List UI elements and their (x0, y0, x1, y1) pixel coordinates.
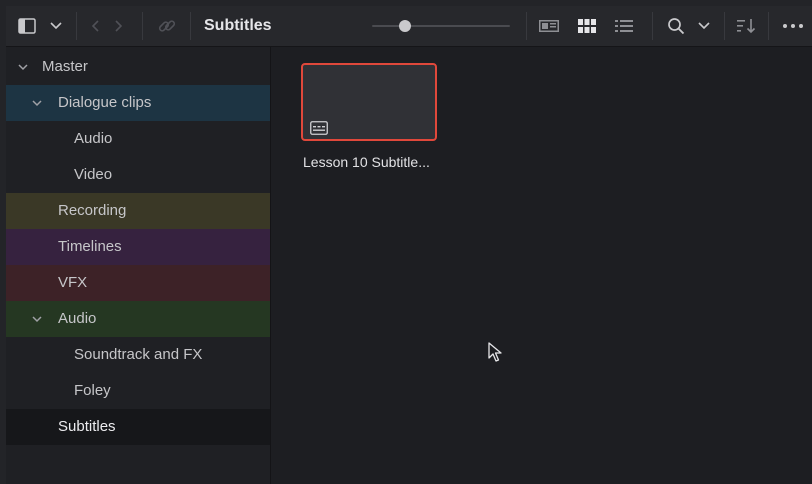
link-icon[interactable] (156, 16, 178, 36)
zoom-slider-track[interactable] (372, 25, 510, 27)
sidebar-item-label: Master (42, 58, 88, 75)
chevron-down-icon[interactable] (48, 19, 64, 33)
sidebar-item-audio[interactable]: Audio (6, 121, 270, 157)
sidebar-item-vfx[interactable]: VFX (6, 265, 270, 301)
forward-icon[interactable] (112, 18, 126, 34)
sort-icon[interactable] (736, 17, 758, 35)
sidebar-item-label: Subtitles (58, 418, 116, 435)
clip-thumbnail[interactable] (301, 63, 437, 141)
sidebar-item-label: Timelines (58, 238, 122, 255)
thumbnail-view-icon[interactable] (577, 17, 597, 35)
bin-title: Subtitles (204, 17, 272, 34)
sidebar-item-recording[interactable]: Recording (6, 193, 270, 229)
toolbar: Subtitles (6, 6, 812, 47)
sidebar-item-subtitles[interactable]: Subtitles (6, 409, 270, 445)
more-icon[interactable] (780, 20, 806, 32)
chevron-down-icon[interactable] (696, 19, 712, 33)
panel-toggle-icon[interactable] (16, 16, 38, 36)
sidebar-item-label: VFX (58, 274, 88, 291)
sidebar-item-timelines[interactable]: Timelines (6, 229, 270, 265)
bin-list-sidebar: Master Dialogue clips Audio Video Record… (6, 47, 271, 484)
clip-grid: Lesson 10 Subtitle... (271, 47, 812, 484)
sidebar-item-audio-bin[interactable]: Audio (6, 301, 270, 337)
subtitle-icon (310, 121, 328, 135)
sidebar-item-foley[interactable]: Foley (6, 373, 270, 409)
chevron-down-icon[interactable] (30, 96, 44, 110)
metadata-view-icon[interactable] (538, 18, 560, 34)
sidebar-item-label: Soundtrack and FX (74, 346, 203, 363)
zoom-slider-knob[interactable] (399, 20, 411, 32)
media-pool-window: Subtitles Master Dialogue clips Audio Vi… (6, 6, 812, 484)
sidebar-item-soundtrack-and-fx[interactable]: Soundtrack and FX (6, 337, 270, 373)
search-icon[interactable] (666, 16, 686, 36)
mouse-pointer-icon (488, 342, 502, 362)
sidebar-item-label: Audio (58, 310, 97, 327)
sidebar-item-label: Audio (74, 130, 113, 147)
sidebar-item-label: Dialogue clips (58, 94, 152, 111)
sidebar-item-label: Recording (58, 202, 127, 219)
sidebar-item-video[interactable]: Video (6, 157, 270, 193)
sidebar-item-dialogue-clips[interactable]: Dialogue clips (6, 85, 270, 121)
chevron-down-icon[interactable] (16, 60, 30, 74)
sidebar-item-master[interactable]: Master (6, 49, 270, 85)
chevron-down-icon[interactable] (30, 312, 44, 326)
sidebar-item-label: Video (74, 166, 113, 183)
back-icon[interactable] (88, 18, 102, 34)
sidebar-item-label: Foley (74, 382, 111, 399)
clip-label[interactable]: Lesson 10 Subtitle... (303, 154, 430, 170)
list-view-icon[interactable] (614, 18, 634, 34)
